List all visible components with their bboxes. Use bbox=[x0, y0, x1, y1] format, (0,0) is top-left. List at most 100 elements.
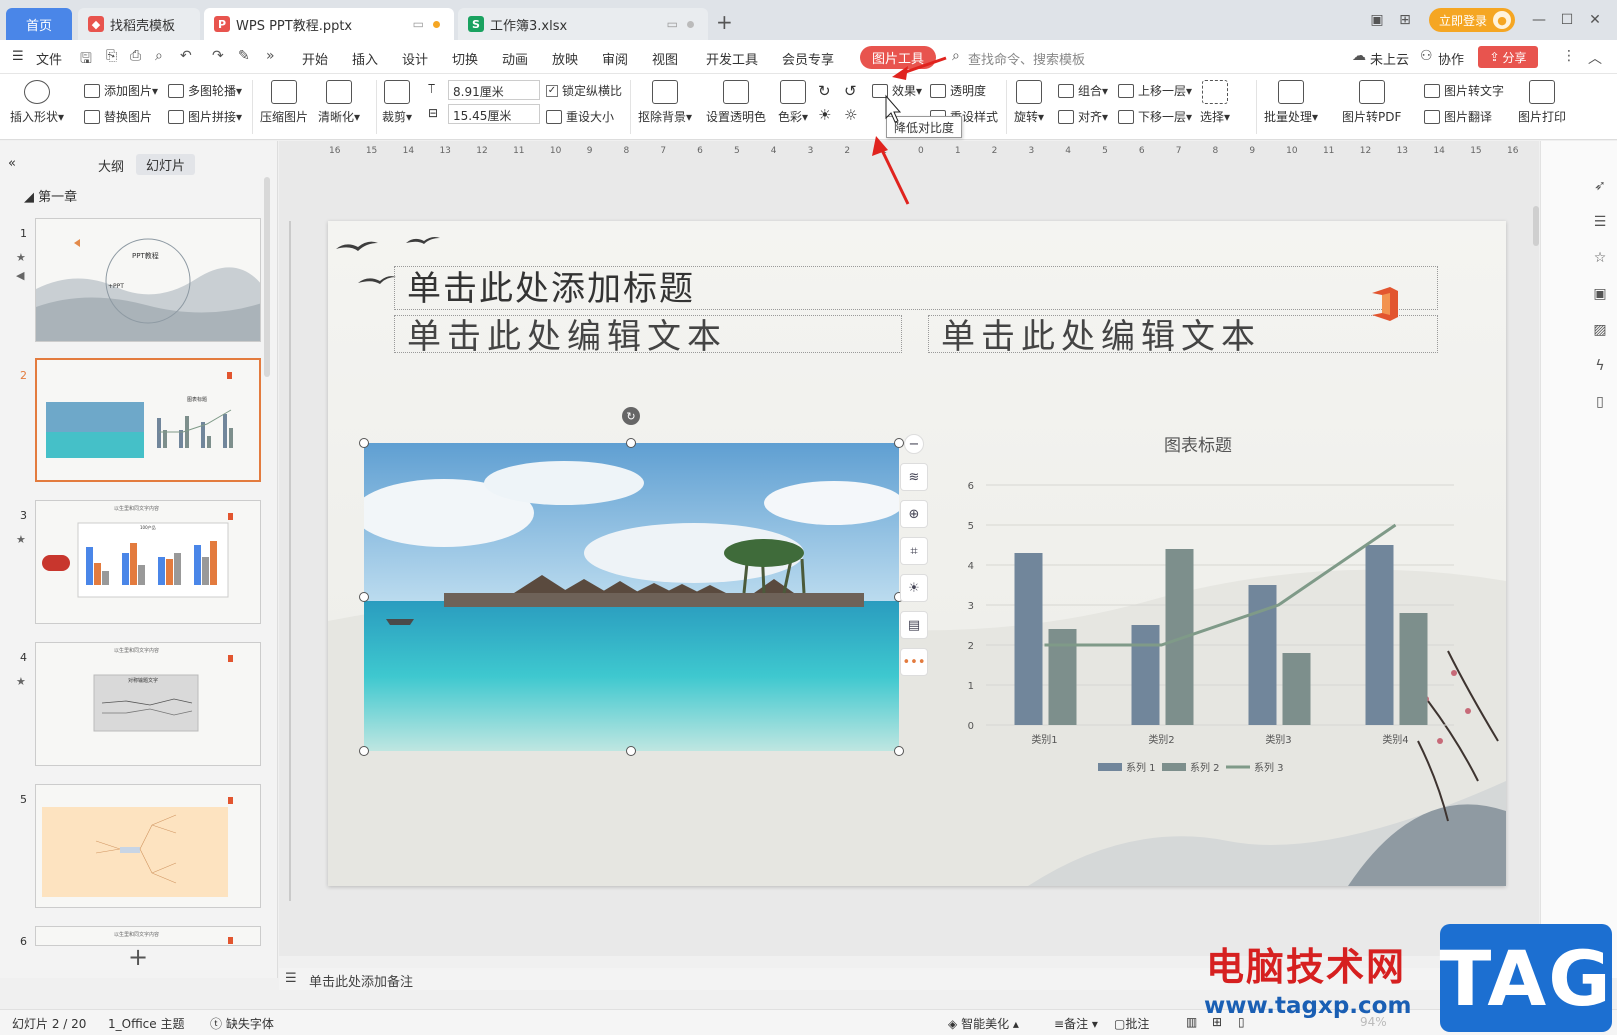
preview-icon[interactable]: ⌕ bbox=[155, 48, 163, 64]
image-to-pdf-button[interactable]: 图片转PDF bbox=[1342, 80, 1401, 125]
login-button[interactable]: 立即登录 ● bbox=[1428, 8, 1515, 32]
minimize-icon[interactable]: — bbox=[1525, 12, 1553, 28]
command-search-input[interactable]: 查找命令、搜索模板 bbox=[968, 49, 1085, 68]
image-print-button[interactable]: 图片打印 bbox=[1518, 80, 1566, 125]
send-backward-button[interactable]: 下移一层 ▾ bbox=[1118, 108, 1192, 125]
menu-slideshow[interactable]: 放映 bbox=[552, 49, 578, 68]
missing-font-button[interactable]: ⓣ 缺失字体 bbox=[210, 1015, 274, 1032]
brightness-up-icon[interactable]: ☀ bbox=[818, 106, 831, 124]
align-button[interactable]: 对齐 ▾ bbox=[1058, 108, 1108, 125]
rotate-handle-icon[interactable]: ↻ bbox=[622, 407, 640, 425]
menu-start[interactable]: 开始 bbox=[302, 49, 328, 68]
crop-tool-icon[interactable]: ⌗ bbox=[900, 537, 928, 565]
tab-outline[interactable]: 大纲 bbox=[98, 156, 124, 175]
menu-transition[interactable]: 切换 bbox=[452, 49, 478, 68]
menu-picture-tools[interactable]: 图片工具 bbox=[860, 46, 937, 69]
section-chapter[interactable]: ◢ 第一章 bbox=[24, 186, 77, 205]
slide-thumbnail-2-selected[interactable]: 图表标题 bbox=[35, 358, 261, 482]
add-image-button[interactable]: 添加图片 ▾ bbox=[84, 82, 158, 99]
more-chevron-icon[interactable]: » bbox=[266, 48, 275, 64]
comment-button[interactable]: ▢批注 bbox=[1114, 1015, 1149, 1032]
image-panel-icon[interactable]: ▨ bbox=[1591, 322, 1609, 340]
image-translate-button[interactable]: 图片翻译 bbox=[1424, 108, 1492, 125]
rotate-button[interactable]: 旋转▾ bbox=[1014, 80, 1044, 125]
resize-handle[interactable] bbox=[626, 438, 636, 448]
increase-brightness-icon[interactable]: ↻ bbox=[818, 82, 831, 100]
idea-bulb-icon[interactable]: ☀ bbox=[900, 574, 928, 602]
maximize-icon[interactable]: ☐ bbox=[1553, 12, 1581, 28]
text-placeholder-left[interactable]: 单击此处编辑文本 bbox=[394, 315, 902, 357]
batch-process-button[interactable]: 批量处理▾ bbox=[1264, 80, 1318, 125]
resize-handle[interactable] bbox=[359, 746, 369, 756]
more-vertical-icon[interactable]: ⋮ bbox=[1562, 48, 1576, 64]
select-button[interactable]: 选择▾ bbox=[1200, 80, 1230, 125]
insert-shape-button[interactable]: 插入形状▾ bbox=[10, 80, 64, 125]
scrollbar-thumb[interactable] bbox=[1533, 206, 1539, 246]
menu-view[interactable]: 视图 bbox=[652, 49, 678, 68]
theme-name[interactable]: 1_Office 主题 bbox=[108, 1015, 184, 1032]
collapse-panel-icon[interactable]: « bbox=[8, 156, 16, 171]
image-to-text-button[interactable]: 图片转文字 bbox=[1424, 82, 1504, 99]
beach-photo[interactable] bbox=[364, 443, 899, 751]
collapse-ribbon-icon[interactable]: ︿ bbox=[1588, 48, 1602, 68]
layers-icon[interactable]: ≋ bbox=[900, 463, 928, 491]
image-to-word-icon[interactable]: ▤ bbox=[900, 611, 928, 639]
title-placeholder[interactable]: 单击此处添加标题 bbox=[394, 266, 1438, 310]
image-stitch-button[interactable]: 图片拼接 ▾ bbox=[168, 108, 242, 125]
print-icon[interactable]: ⎙ bbox=[130, 48, 141, 64]
slide-thumbnail-3[interactable]: 以生里和同文字内容 100产品 bbox=[35, 500, 261, 624]
group-button[interactable]: 组合 ▾ bbox=[1058, 82, 1108, 99]
zoom-out-minus-icon[interactable]: − bbox=[904, 434, 924, 454]
tab-ppt-document[interactable]: P WPS PPT教程.pptx ▭ bbox=[204, 8, 454, 40]
text-placeholder-right[interactable]: 单击此处编辑文本 bbox=[928, 315, 1438, 357]
book-icon[interactable]: ▯ bbox=[1591, 394, 1609, 412]
menu-file[interactable]: 文件 bbox=[36, 49, 62, 68]
menu-insert[interactable]: 插入 bbox=[352, 49, 378, 68]
reset-size-button[interactable]: 重设大小 bbox=[546, 108, 614, 125]
new-tab-plus-icon[interactable]: + bbox=[716, 10, 733, 34]
resize-handle[interactable] bbox=[359, 438, 369, 448]
decrease-contrast-icon[interactable]: ↺ bbox=[844, 82, 857, 100]
export-icon[interactable]: ⎘ bbox=[106, 48, 117, 64]
hamburger-icon[interactable]: ☰ bbox=[12, 49, 24, 64]
sharpen-button[interactable]: 清晰化▾ bbox=[318, 80, 360, 125]
slide-thumbnail-4[interactable]: 以生里和同文字内容 对称输题文字 bbox=[35, 642, 261, 766]
remove-background-button[interactable]: 抠除背景▾ bbox=[638, 80, 692, 125]
tab-screen-icon[interactable]: ▭ bbox=[667, 17, 678, 31]
slide-thumbnail-1[interactable]: PPT教程 +PPT bbox=[35, 218, 261, 342]
tab-daoke[interactable]: ◆ 找稻壳模板 bbox=[78, 8, 200, 40]
redo-icon[interactable]: ↷ bbox=[212, 48, 224, 64]
effects-button[interactable]: 效果 ▾ bbox=[872, 82, 922, 99]
crop-button[interactable]: 裁剪▾ bbox=[382, 80, 412, 125]
bar-chart[interactable]: 图表标题 0 1 2 3 4 5 6 类别1 类别2 类别3 类别4 系列 1 系列 2 系列 3 bbox=[928, 409, 1488, 779]
transparency-button[interactable]: 透明度 bbox=[930, 82, 986, 99]
layout-icon[interactable]: ▣ bbox=[1363, 12, 1391, 28]
tab-slides[interactable]: 幻灯片 bbox=[136, 154, 196, 175]
resize-handle[interactable] bbox=[894, 746, 904, 756]
notes-toggle-button[interactable]: ≡备注 ▾ bbox=[1054, 1015, 1098, 1032]
zoom-in-icon[interactable]: ⊕ bbox=[900, 500, 928, 528]
save-icon[interactable]: 🖫 bbox=[80, 48, 92, 72]
height-input[interactable]: 15.45厘米 bbox=[448, 104, 540, 124]
undo-icon[interactable]: ↶ bbox=[180, 48, 192, 64]
star-icon[interactable]: ☆ bbox=[1591, 250, 1609, 268]
normal-view-icon[interactable]: ▥ bbox=[1186, 1015, 1197, 1029]
smart-beautify-button[interactable]: ◈ 智能美化 ▴ bbox=[948, 1015, 1019, 1032]
menu-review[interactable]: 审阅 bbox=[602, 49, 628, 68]
close-icon[interactable]: ✕ bbox=[1581, 12, 1609, 28]
width-input[interactable]: 8.91厘米 bbox=[448, 80, 540, 100]
panel-scrollbar[interactable] bbox=[264, 177, 270, 377]
collab-button[interactable]: 协作 bbox=[1438, 49, 1464, 68]
replace-image-button[interactable]: 替换图片 bbox=[84, 108, 152, 125]
tab-home[interactable]: 首页 bbox=[6, 8, 72, 40]
menu-design[interactable]: 设计 bbox=[402, 49, 428, 68]
share-button[interactable]: ⇪ 分享 bbox=[1478, 46, 1538, 68]
brightness-down-icon[interactable]: ☼ bbox=[844, 106, 857, 124]
tab-screen-icon[interactable]: ▭ bbox=[413, 17, 424, 31]
lightning-icon[interactable]: ϟ bbox=[1591, 358, 1609, 376]
cloud-status[interactable]: 未上云 bbox=[1370, 49, 1409, 68]
format-painter-icon[interactable]: ✎ bbox=[238, 48, 250, 64]
color-button[interactable]: 色彩▾ bbox=[778, 80, 808, 125]
menu-developer[interactable]: 开发工具 bbox=[706, 49, 758, 68]
grid-icon[interactable]: ⊞ bbox=[1391, 12, 1419, 28]
